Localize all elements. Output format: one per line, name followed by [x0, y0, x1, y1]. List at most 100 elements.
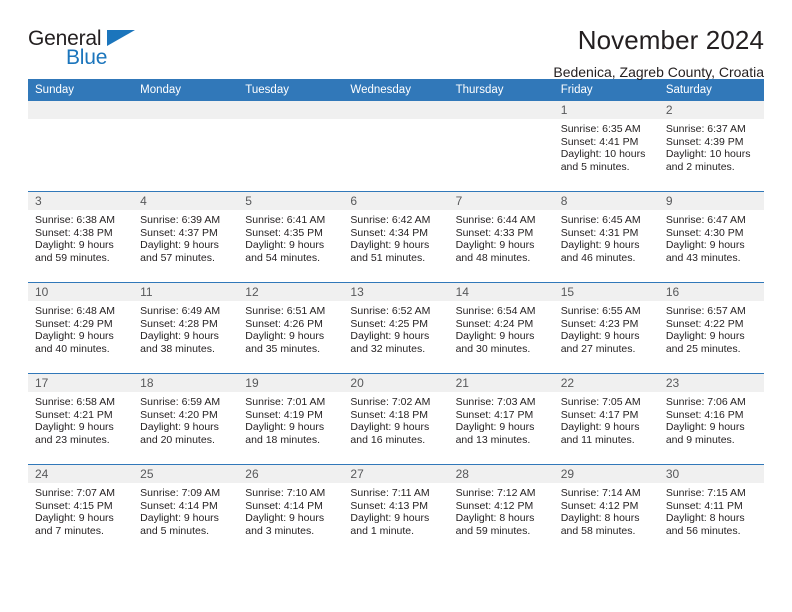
daylight-text-line1: Daylight: 9 hours	[665, 239, 745, 252]
triangle-icon	[107, 30, 135, 46]
sunrise-text: Sunrise: 7:06 AM	[665, 396, 746, 408]
sun-info: Sunrise: 6:52 AM Sunset: 4:25 PM Daylight:…	[343, 301, 448, 355]
calendar-day-cell[interactable]: 28 Sunrise: 7:12 AM Sunset: 4:12 PM Dayligh…	[448, 464, 554, 555]
calendar-day-cell[interactable]: 1 Sunrise: 6:35 AM Sunset: 4:41 PM Daylight…	[553, 101, 659, 192]
calendar-day-cell[interactable]: 16 Sunrise: 6:57 AM Sunset: 4:22 PM Dayligh…	[658, 282, 764, 374]
daylight-text-line1: Daylight: 9 hours	[455, 239, 535, 252]
day-number: 3	[28, 192, 134, 210]
calendar-day-cell[interactable]: 21 Sunrise: 7:03 AM Sunset: 4:17 PM Dayligh…	[448, 373, 554, 465]
sunrise-text: Sunrise: 7:03 AM	[455, 396, 536, 408]
calendar-day-cell[interactable]: 6 Sunrise: 6:42 AM Sunset: 4:34 PM Daylight…	[343, 191, 449, 283]
day-number: 4	[133, 192, 239, 210]
calendar-day-cell[interactable]: 26 Sunrise: 7:10 AM Sunset: 4:14 PM Dayligh…	[238, 464, 344, 555]
day-number: 14	[448, 283, 554, 301]
calendar-day-cell[interactable]: 5 Sunrise: 6:41 AM Sunset: 4:35 PM Daylight…	[238, 191, 344, 283]
calendar-day-cell[interactable]: 10 Sunrise: 6:48 AM Sunset: 4:29 PM Dayligh…	[28, 282, 134, 374]
daylight-text-line1: Daylight: 9 hours	[35, 239, 114, 252]
calendar-day-cell[interactable]: 15 Sunrise: 6:55 AM Sunset: 4:23 PM Dayligh…	[553, 282, 659, 374]
daylight-text-line1: Daylight: 9 hours	[35, 421, 114, 434]
calendar-day-cell[interactable]: 7 Sunrise: 6:44 AM Sunset: 4:33 PM Daylight…	[448, 191, 554, 283]
daylight-text-line1: Daylight: 9 hours	[35, 330, 114, 343]
calendar-day-cell[interactable]: 24 Sunrise: 7:07 AM Sunset: 4:15 PM Dayligh…	[28, 464, 134, 555]
sunrise-text: Sunrise: 7:09 AM	[140, 487, 221, 499]
calendar-day-cell[interactable]: 2 Sunrise: 6:37 AM Sunset: 4:39 PM Daylight…	[658, 101, 764, 192]
daylight-text-line1: Daylight: 9 hours	[665, 421, 745, 434]
weekday-header-saturday: Saturday	[658, 79, 764, 101]
calendar-day-cell[interactable]: 22 Sunrise: 7:05 AM Sunset: 4:17 PM Dayligh…	[553, 373, 659, 465]
weekday-headers: Sunday Monday Tuesday Wednesday Thursday Frid…	[28, 79, 764, 101]
daylight-text-line1: Daylight: 9 hours	[350, 421, 430, 434]
sunset-text: Sunset: 4:30 PM	[665, 226, 744, 239]
day-number	[343, 101, 449, 119]
sun-info: Sunrise: 6:38 AM Sunset: 4:38 PM Daylight:…	[28, 210, 133, 264]
sunrise-text: Sunrise: 7:11 AM	[350, 487, 430, 499]
daylight-text-line2: and 11 minutes.	[560, 433, 635, 446]
calendar-day-cell[interactable]: 4 Sunrise: 6:39 AM Sunset: 4:37 PM Daylight…	[133, 191, 239, 283]
calendar-day-cell[interactable]: 20 Sunrise: 7:02 AM Sunset: 4:18 PM Dayligh…	[343, 373, 449, 465]
sun-info: Sunrise: 6:49 AM Sunset: 4:28 PM Daylight:…	[133, 301, 238, 355]
daylight-text-line1: Daylight: 9 hours	[560, 330, 640, 343]
daylight-text-line1: Daylight: 9 hours	[350, 239, 430, 252]
daylight-text-line2: and 35 minutes.	[245, 342, 320, 355]
calendar-day-cell[interactable]: 25 Sunrise: 7:09 AM Sunset: 4:14 PM Dayligh…	[133, 464, 239, 555]
daylight-text-line2: and 18 minutes.	[245, 433, 320, 446]
sun-info: Sunrise: 7:15 AM Sunset: 4:11 PM Daylight:…	[659, 483, 764, 537]
sunset-text: Sunset: 4:14 PM	[140, 499, 218, 512]
sun-info: Sunrise: 7:02 AM Sunset: 4:18 PM Daylight:…	[343, 392, 448, 446]
weekday-header-monday: Monday	[133, 79, 239, 101]
page-title: November 2024	[577, 25, 764, 55]
calendar-day-cell[interactable]: 17 Sunrise: 6:58 AM Sunset: 4:21 PM Dayligh…	[28, 373, 134, 465]
sunset-text: Sunset: 4:25 PM	[350, 317, 429, 330]
calendar-day-cell[interactable]: 23 Sunrise: 7:06 AM Sunset: 4:16 PM Dayligh…	[658, 373, 764, 465]
generalblue-logo[interactable]: General Blue	[28, 26, 148, 74]
calendar-day-cell[interactable]: 27 Sunrise: 7:11 AM Sunset: 4:13 PM Dayligh…	[343, 464, 449, 555]
day-number: 23	[658, 374, 764, 392]
daylight-text-line2: and 7 minutes.	[35, 524, 104, 537]
day-number: 5	[238, 192, 344, 210]
sun-info: Sunrise: 6:58 AM Sunset: 4:21 PM Daylight:…	[28, 392, 133, 446]
sunrise-text: Sunrise: 6:59 AM	[140, 396, 221, 408]
calendar-day-cell[interactable]: 3 Sunrise: 6:38 AM Sunset: 4:38 PM Daylight…	[28, 191, 134, 283]
day-number: 12	[238, 283, 344, 301]
daylight-text-line1: Daylight: 9 hours	[350, 512, 430, 525]
calendar-day-cell[interactable]: 14 Sunrise: 6:54 AM Sunset: 4:24 PM Dayligh…	[448, 282, 554, 374]
daylight-text-line1: Daylight: 9 hours	[140, 330, 219, 343]
daylight-text-line1: Daylight: 9 hours	[140, 421, 219, 434]
day-number: 28	[448, 465, 554, 483]
page-header: General Blue November 2024 Bedenica, Zag…	[28, 0, 764, 80]
sunset-text: Sunset: 4:26 PM	[245, 317, 323, 330]
calendar-day-cell[interactable]: 9 Sunrise: 6:47 AM Sunset: 4:30 PM Daylight…	[658, 191, 764, 283]
calendar-day-cell[interactable]: 18 Sunrise: 6:59 AM Sunset: 4:20 PM Dayligh…	[133, 373, 239, 465]
daylight-text-line2: and 38 minutes.	[140, 342, 215, 355]
sunrise-text: Sunrise: 6:42 AM	[350, 214, 431, 226]
day-number	[448, 101, 554, 119]
calendar-day-cell[interactable]: 13 Sunrise: 6:52 AM Sunset: 4:25 PM Dayligh…	[343, 282, 449, 374]
calendar-day-cell[interactable]: 19 Sunrise: 7:01 AM Sunset: 4:19 PM Dayligh…	[238, 373, 344, 465]
daylight-text-line2: and 5 minutes.	[560, 160, 630, 173]
daylight-text-line2: and 16 minutes.	[350, 433, 426, 446]
calendar-day-cell[interactable]: 11 Sunrise: 6:49 AM Sunset: 4:28 PM Dayligh…	[133, 282, 239, 374]
sunset-text: Sunset: 4:37 PM	[140, 226, 218, 239]
sunset-text: Sunset: 4:34 PM	[350, 226, 429, 239]
calendar-day-cell[interactable]: 12 Sunrise: 6:51 AM Sunset: 4:26 PM Dayligh…	[238, 282, 344, 374]
sun-info: Sunrise: 7:11 AM Sunset: 4:13 PM Daylight:…	[343, 483, 448, 537]
sunrise-text: Sunrise: 6:44 AM	[455, 214, 536, 226]
daylight-text-line1: Daylight: 9 hours	[140, 512, 219, 525]
day-number: 1	[553, 101, 659, 119]
day-number: 13	[343, 283, 449, 301]
calendar-day-cell-empty	[133, 101, 239, 192]
sunrise-text: Sunrise: 6:45 AM	[560, 214, 641, 226]
daylight-text-line1: Daylight: 9 hours	[245, 330, 325, 343]
sunset-text: Sunset: 4:21 PM	[35, 408, 113, 421]
day-number: 24	[28, 465, 134, 483]
title-block: November 2024 Bedenica, Zagreb County, C…	[553, 26, 764, 80]
daylight-text-line2: and 43 minutes.	[665, 251, 741, 264]
weekday-header-sunday: Sunday	[28, 79, 134, 101]
sunrise-text: Sunrise: 7:05 AM	[560, 396, 641, 408]
calendar-day-cell[interactable]: 30 Sunrise: 7:15 AM Sunset: 4:11 PM Dayligh…	[658, 464, 764, 555]
calendar-day-cell[interactable]: 8 Sunrise: 6:45 AM Sunset: 4:31 PM Daylight…	[553, 191, 659, 283]
daylight-text-line2: and 48 minutes.	[455, 251, 531, 264]
calendar-day-cell[interactable]: 29 Sunrise: 7:14 AM Sunset: 4:12 PM Dayligh…	[553, 464, 659, 555]
day-number: 29	[553, 465, 659, 483]
calendar-day-cell-empty	[343, 101, 449, 192]
